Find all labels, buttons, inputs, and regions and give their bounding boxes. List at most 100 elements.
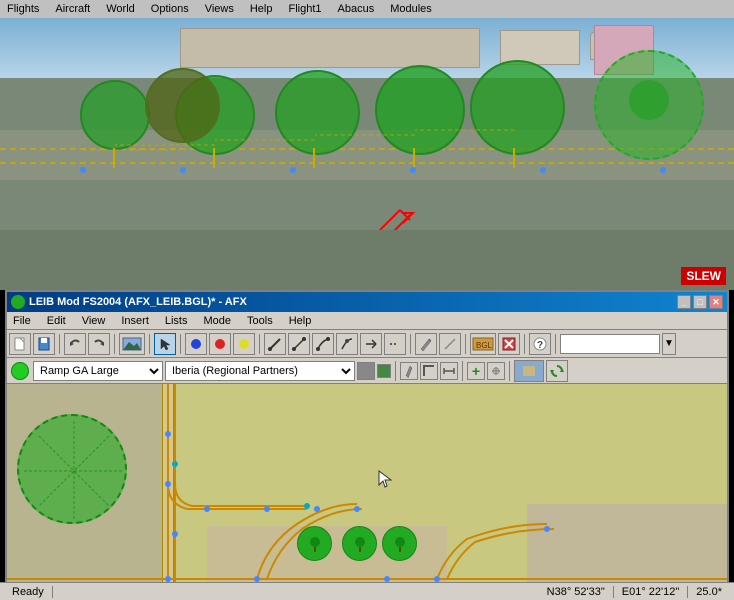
- texture-tool[interactable]: BGL: [470, 333, 496, 355]
- gate-circle-1: [17, 414, 127, 524]
- save-button[interactable]: [33, 333, 55, 355]
- yellow-dot-tool[interactable]: [233, 333, 255, 355]
- paint-tool[interactable]: [400, 362, 418, 380]
- afx-editor-canvas[interactable]: [7, 384, 727, 586]
- menu-modules[interactable]: Modules: [387, 3, 435, 15]
- line-tool-5[interactable]: [360, 333, 382, 355]
- flight-simulator-view: Flights Aircraft World Options Views Hel…: [0, 0, 734, 290]
- taxiway-vertical-1: [162, 384, 174, 586]
- tree-stem-4: [413, 148, 415, 168]
- afx-toolbar-1[interactable]: BGL ? ▼: [7, 330, 727, 358]
- line-tool-4[interactable]: [336, 333, 358, 355]
- corner-tool-1[interactable]: [420, 362, 438, 380]
- menu-world[interactable]: World: [103, 3, 138, 15]
- redo-button[interactable]: [88, 333, 110, 355]
- line-tool-1[interactable]: [264, 333, 286, 355]
- refresh-button[interactable]: [546, 360, 568, 382]
- slew-badge: SLEW: [681, 267, 726, 285]
- search-input[interactable]: [560, 334, 660, 354]
- line-tool-3[interactable]: [312, 333, 334, 355]
- menu-tools[interactable]: Tools: [243, 314, 277, 328]
- menu-abacus[interactable]: Abacus: [335, 3, 378, 15]
- mouse-cursor: [377, 469, 393, 492]
- ramp-type-select[interactable]: Ramp GA Large: [33, 361, 163, 381]
- close-button[interactable]: ✕: [709, 295, 723, 309]
- sep-8: [524, 334, 525, 354]
- sep-2: [114, 334, 115, 354]
- status-bar: Ready N38° 52'33" E01° 22'12" 25.0*: [0, 582, 734, 600]
- tree-3d-5: [470, 60, 565, 155]
- sep-9: [555, 334, 556, 354]
- pencil-tool[interactable]: [415, 333, 437, 355]
- line-tool-6[interactable]: [384, 333, 406, 355]
- background-building-1: [180, 28, 480, 68]
- menu-help-afx[interactable]: Help: [285, 314, 316, 328]
- red-dot-tool[interactable]: [209, 333, 231, 355]
- pos-dot-3: [290, 167, 296, 173]
- pos-dot-1: [80, 167, 86, 173]
- menu-mode[interactable]: Mode: [200, 314, 236, 328]
- measure-tool[interactable]: [439, 333, 461, 355]
- active-indicator: [11, 362, 29, 380]
- svg-text:?: ?: [537, 340, 543, 351]
- status-zoom: 25.0*: [688, 586, 730, 598]
- tree-stem-5: [513, 148, 515, 168]
- plus-tool[interactable]: +: [467, 362, 485, 380]
- sep-4: [180, 334, 181, 354]
- tree-3d-3: [275, 70, 360, 155]
- sep-t2-1: [395, 361, 396, 381]
- status-ready: Ready: [4, 586, 53, 598]
- flight-sim-menubar[interactable]: Flights Aircraft World Options Views Hel…: [0, 0, 734, 18]
- menu-insert[interactable]: Insert: [117, 314, 153, 328]
- maximize-button[interactable]: □: [693, 295, 707, 309]
- menu-views[interactable]: Views: [202, 3, 237, 15]
- menu-lists[interactable]: Lists: [161, 314, 192, 328]
- blue-dot-tool[interactable]: [185, 333, 207, 355]
- afx-editor-window: LEIB Mod FS2004 (AFX_LEIB.BGL)* - AFX _ …: [5, 290, 729, 588]
- corner-tool-2[interactable]: [440, 362, 458, 380]
- afx-menubar[interactable]: File Edit View Insert Lists Mode Tools H…: [7, 312, 727, 330]
- undo-button[interactable]: [64, 333, 86, 355]
- titlebar-buttons[interactable]: _ □ ✕: [677, 295, 723, 309]
- menu-options[interactable]: Options: [148, 3, 192, 15]
- menu-help[interactable]: Help: [247, 3, 276, 15]
- delete-button[interactable]: [498, 333, 520, 355]
- tree-3d-olive: [145, 68, 220, 143]
- sep-t2-3: [509, 361, 510, 381]
- sep-1: [59, 334, 60, 354]
- search-dropdown[interactable]: ▼: [662, 333, 676, 355]
- tree-3d-1: [80, 80, 150, 150]
- map-thumbnail[interactable]: [514, 360, 544, 382]
- menu-aircraft[interactable]: Aircraft: [52, 3, 93, 15]
- menu-view[interactable]: View: [78, 314, 110, 328]
- menu-edit[interactable]: Edit: [43, 314, 70, 328]
- menu-flights[interactable]: Flights: [4, 3, 42, 15]
- menu-file[interactable]: File: [9, 314, 35, 328]
- afx-icon: [11, 295, 25, 309]
- cross-tool[interactable]: [487, 362, 505, 380]
- pos-dot-6: [660, 167, 666, 173]
- map-tree-3: [382, 526, 417, 561]
- far-ground: [0, 230, 734, 290]
- pos-dot-5: [540, 167, 546, 173]
- map-tree-1: [297, 526, 332, 561]
- tree-stem-2: [213, 148, 215, 168]
- select-tool[interactable]: [154, 333, 176, 355]
- afx-toolbar-2[interactable]: Ramp GA Large Iberia (Regional Partners)…: [7, 358, 727, 384]
- menu-flight1[interactable]: Flight1: [285, 3, 324, 15]
- minimize-button[interactable]: _: [677, 295, 691, 309]
- new-button[interactable]: [9, 333, 31, 355]
- color-picker[interactable]: [357, 362, 375, 380]
- line-tool-2[interactable]: [288, 333, 310, 355]
- map-tree-2: [342, 526, 377, 561]
- help-button[interactable]: ?: [529, 333, 551, 355]
- afx-title: LEIB Mod FS2004 (AFX_LEIB.BGL)* - AFX: [29, 296, 247, 308]
- color-picker-2[interactable]: [377, 364, 391, 378]
- airline-select[interactable]: Iberia (Regional Partners): [165, 361, 355, 381]
- image-tool[interactable]: [119, 333, 145, 355]
- pos-dot-2: [180, 167, 186, 173]
- status-coords1: N38° 52'33": [539, 586, 614, 598]
- afx-titlebar: LEIB Mod FS2004 (AFX_LEIB.BGL)* - AFX _ …: [7, 292, 727, 312]
- inner-tree: [629, 80, 669, 120]
- taxiway-line-2: [0, 162, 734, 164]
